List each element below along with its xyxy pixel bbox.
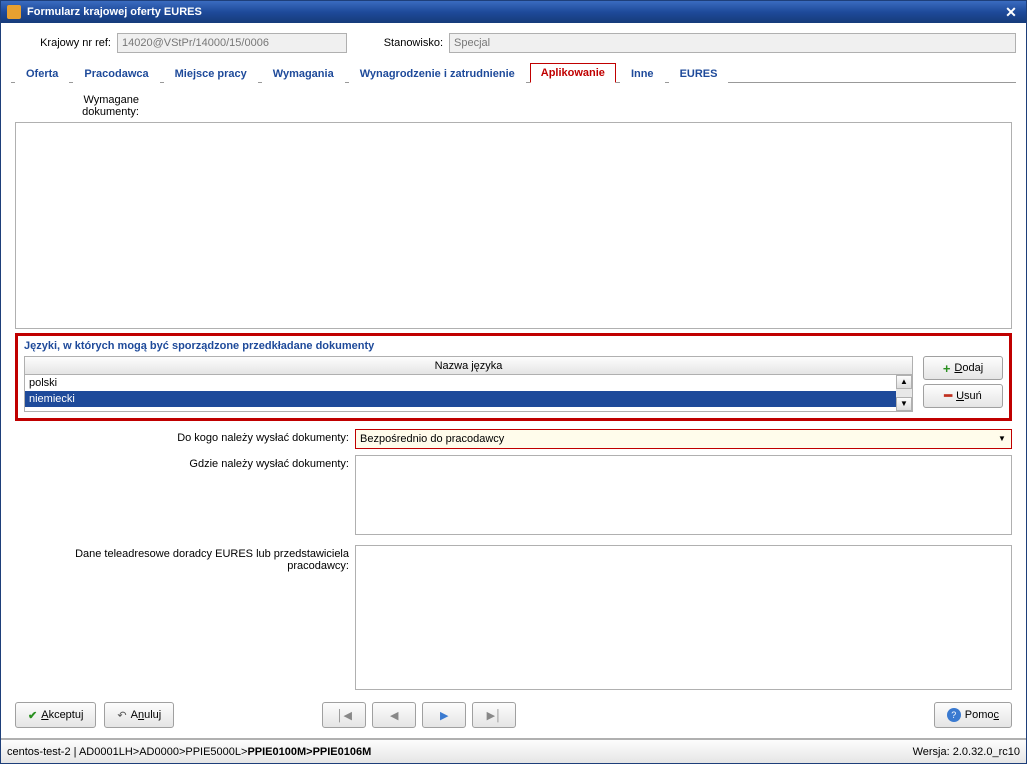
languages-scrollbar[interactable]: ▲ ▼ — [896, 375, 912, 411]
undo-icon: ↶ — [117, 709, 126, 722]
minus-icon: ━ — [944, 388, 952, 404]
language-row[interactable]: niemiecki — [25, 391, 912, 407]
send-to-label: Do kogo należy wysłać dokumenty: — [15, 429, 355, 449]
scroll-down-icon[interactable]: ▼ — [896, 397, 912, 411]
cancel-button[interactable]: ↶ Anuluj — [104, 702, 174, 728]
language-row[interactable]: polski — [25, 375, 912, 391]
ref-label: Krajowy nr ref: — [11, 37, 111, 49]
help-button[interactable]: ? Pomoc — [934, 702, 1012, 728]
chevron-down-icon[interactable]: ▼ — [995, 432, 1009, 446]
advisor-textarea[interactable] — [355, 545, 1012, 690]
prev-icon: ◀ — [390, 709, 398, 722]
docs-textarea[interactable] — [15, 122, 1012, 329]
check-icon: ✔ — [28, 709, 37, 722]
tab-oferta[interactable]: Oferta — [15, 64, 69, 83]
tab-wymagania[interactable]: Wymagania — [262, 64, 345, 83]
help-icon: ? — [947, 708, 961, 722]
accept-button[interactable]: ✔ Akceptuj — [15, 702, 96, 728]
languages-section: Języki, w których mogą być sporządzone p… — [15, 333, 1012, 421]
tabs: OfertaPracodawca Miejsce pracyWymaganiaWy… — [11, 61, 1016, 83]
tab-miejsce-pracy[interactable]: Miejsce pracy — [164, 64, 258, 83]
send-where-label: Gdzie należy wysłać dokumenty: — [15, 455, 355, 535]
titlebar: Formularz krajowej oferty EURES ✕ — [1, 1, 1026, 23]
window-title: Formularz krajowej oferty EURES — [27, 6, 202, 18]
del-label-rest: suń — [964, 390, 982, 402]
nav-first-button[interactable]: │◀ — [322, 702, 366, 728]
header-fields: Krajowy nr ref: Stanowisko: — [11, 33, 1016, 53]
tab-pracodawca[interactable]: Pracodawca — [73, 64, 159, 83]
send-where-textarea[interactable] — [355, 455, 1012, 535]
stanowisko-label: Stanowisko: — [373, 37, 443, 49]
add-label-rest: odaj — [962, 362, 983, 374]
tab-inne[interactable]: Inne — [620, 64, 665, 83]
languages-column-header: Nazwa języka — [25, 357, 912, 375]
status-host: centos-test-2 — [7, 746, 71, 758]
tab-wynagrodzenie-i-zatrudnienie[interactable]: Wynagrodzenie i zatrudnienie — [349, 64, 526, 83]
add-button[interactable]: + Dodaj — [923, 356, 1003, 380]
delete-button[interactable]: ━ Usuń — [923, 384, 1003, 408]
statusbar: centos-test-2 | AD0001LH>AD0000>PPIE5000… — [1, 739, 1026, 763]
stanowisko-input — [449, 33, 1016, 53]
tab-aplikowanie[interactable]: Aplikowanie — [530, 63, 616, 83]
plus-icon: + — [943, 361, 951, 376]
app-icon — [7, 5, 21, 19]
tab-eures[interactable]: EURES — [669, 64, 729, 83]
send-to-value: Bezpośrednio do pracodawcy — [360, 433, 504, 445]
languages-table[interactable]: Nazwa języka polskiniemiecki ▲ ▼ — [24, 356, 913, 412]
footer-buttons: ✔ Akceptuj ↶ Anuluj │◀ ◀ ▶ ▶│ ? Pomoc — [11, 694, 1016, 738]
nav-last-button[interactable]: ▶│ — [472, 702, 516, 728]
advisor-label: Dane teleadresowe doradcy EURES lub prze… — [15, 545, 355, 690]
close-icon[interactable]: ✕ — [1002, 4, 1020, 21]
ref-input — [117, 33, 347, 53]
nav-next-button[interactable]: ▶ — [422, 702, 466, 728]
next-icon: ▶ — [440, 709, 448, 722]
status-path: | AD0001LH>AD0000>PPIE5000L> — [71, 746, 248, 758]
docs-label: Wymagane dokumenty: — [15, 91, 145, 118]
status-path-bold: PPIE0100M>PPIE0106M — [247, 746, 371, 758]
scroll-up-icon[interactable]: ▲ — [896, 375, 912, 389]
version-value: 2.0.32.0_rc10 — [953, 746, 1020, 758]
last-icon: ▶│ — [487, 709, 502, 722]
send-to-select[interactable]: Bezpośrednio do pracodawcy ▼ — [355, 429, 1012, 449]
languages-title: Języki, w których mogą być sporządzone p… — [24, 340, 1003, 352]
nav-prev-button[interactable]: ◀ — [372, 702, 416, 728]
version-label: Wersja: — [913, 746, 953, 758]
first-icon: │◀ — [337, 709, 352, 722]
